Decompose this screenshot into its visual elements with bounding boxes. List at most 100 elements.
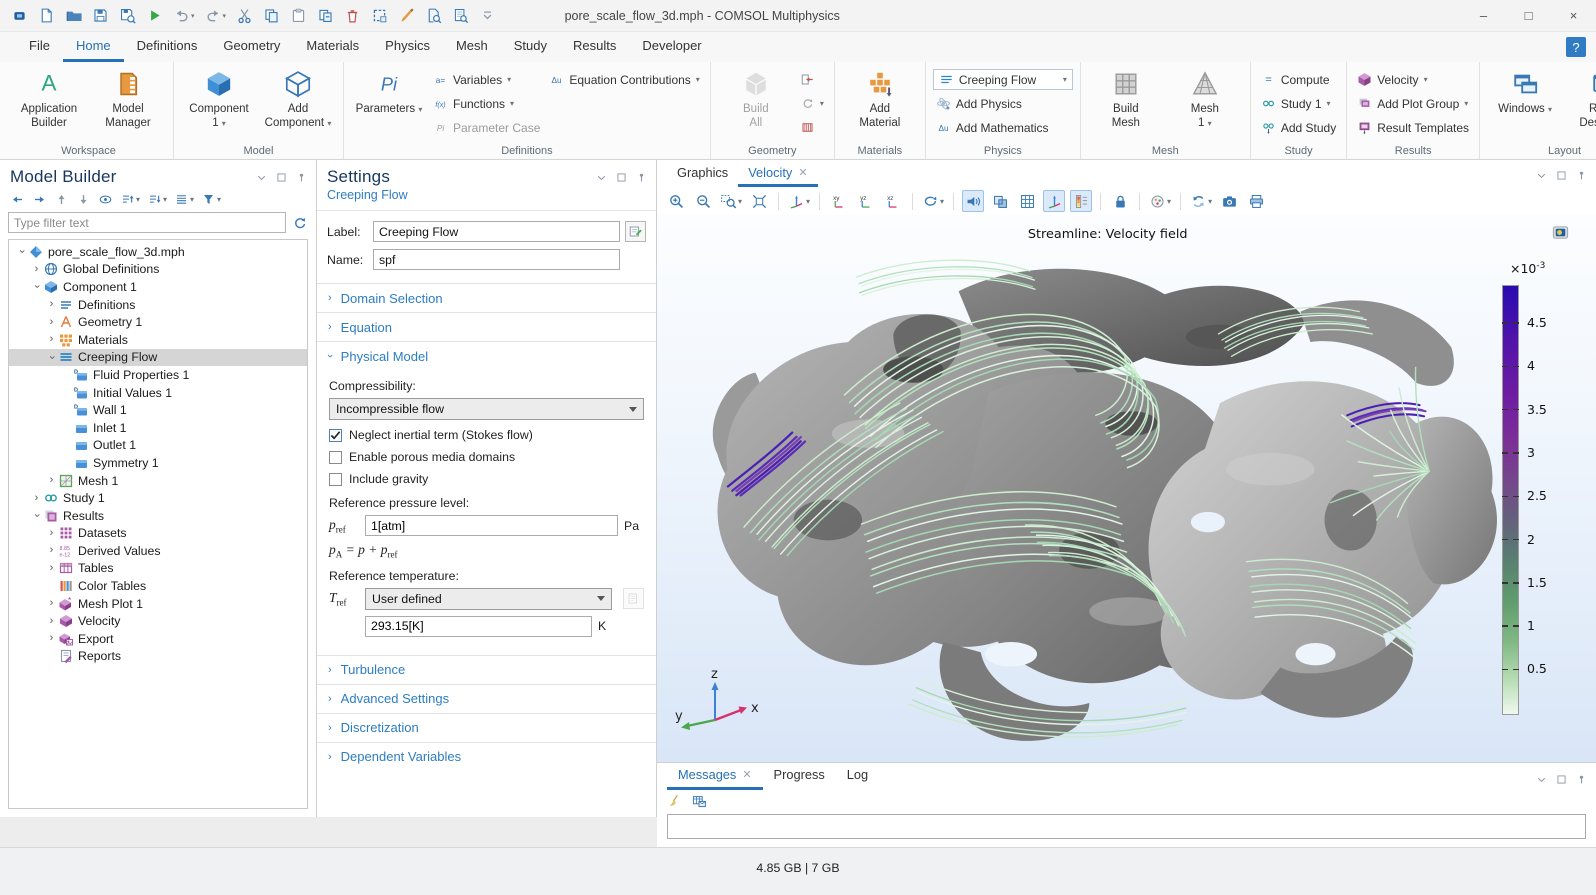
ribbon-creeping-flow[interactable]: Creeping Flow▾ (933, 69, 1073, 90)
snapshot-icon[interactable] (1218, 190, 1240, 212)
find-icon[interactable] (422, 5, 445, 26)
rotate-icon[interactable]: ▾ (921, 190, 945, 212)
tree-node-velocity[interactable]: ›Velocity (9, 612, 307, 630)
tree-node-fluid-properties-1[interactable]: DFluid Properties 1 (9, 366, 307, 384)
maximize-button[interactable]: □ (1506, 0, 1551, 31)
float-icon[interactable] (1555, 169, 1568, 182)
ribbon-add-physics[interactable]: Add Physics (933, 93, 1073, 114)
ribbon-rebuild[interactable]: ▾ (797, 93, 827, 114)
tree-node-inlet-1[interactable]: Inlet 1 (9, 419, 307, 437)
tree-node-mesh-plot-1[interactable]: ›*Mesh Plot 1 (9, 595, 307, 613)
transparency-icon[interactable] (989, 190, 1011, 212)
app-logo-icon[interactable] (8, 5, 31, 26)
filter-icon[interactable]: ▾ (201, 192, 221, 207)
close-button[interactable]: × (1551, 0, 1596, 31)
tree-node-pore_scale_flow_3d-mph[interactable]: ›pore_scale_flow_3d.mph (9, 243, 307, 261)
ribbon-parameters[interactable]: PiParameters ▾ (351, 65, 427, 116)
messages-output[interactable] (667, 814, 1586, 839)
float-icon[interactable] (1555, 773, 1568, 786)
copy-icon[interactable] (260, 5, 283, 26)
checkbox-checked-icon[interactable] (329, 429, 342, 442)
tree-node-study-1[interactable]: ›Study 1 (9, 489, 307, 507)
duplicate-icon[interactable] (314, 5, 337, 26)
run-icon[interactable] (143, 5, 166, 26)
pref-input[interactable] (365, 515, 618, 536)
graphics-canvas[interactable]: Streamline: Velocity field z y x (657, 215, 1596, 762)
save-icon[interactable] (89, 5, 112, 26)
pin-icon[interactable] (295, 171, 308, 184)
graphics-tab-graphics[interactable]: Graphics (667, 160, 738, 187)
copy-table-icon[interactable] (691, 793, 707, 809)
node-group-icon[interactable]: ▾ (174, 192, 194, 207)
go-back-icon[interactable] (10, 192, 25, 207)
ribbon-equation-contributions[interactable]: ΔuEquation Contributions▾ (546, 69, 702, 90)
axis-orientation-icon[interactable] (1043, 190, 1065, 212)
tree-node-derived-values[interactable]: ›8.85e-12Derived Values (9, 542, 307, 560)
dock-chevron-icon[interactable] (1535, 169, 1548, 182)
menu-tab-developer[interactable]: Developer (629, 32, 714, 62)
undo-icon[interactable]: ▾ (170, 5, 198, 26)
view-xz-icon[interactable]: xz (882, 190, 904, 212)
tree-node-component-1[interactable]: ›Component 1 (9, 278, 307, 296)
section-domain-selection[interactable]: › Domain Selection (317, 283, 656, 312)
3d-streamline-plot[interactable] (657, 215, 1596, 762)
checkbox-unchecked-icon[interactable] (329, 473, 342, 486)
chevron-right-icon[interactable]: › (45, 616, 58, 627)
tree-node-definitions[interactable]: ›Definitions (9, 296, 307, 314)
tree-node-outlet-1[interactable]: Outlet 1 (9, 437, 307, 455)
menu-tab-geometry[interactable]: Geometry (210, 32, 293, 62)
section-physical-model[interactable]: › Physical Model (317, 341, 656, 370)
menu-tab-definitions[interactable]: Definitions (124, 32, 211, 62)
checkbox-enable-porous-media-domains[interactable]: Enable porous media domains (329, 450, 644, 464)
search-icon[interactable] (449, 5, 472, 26)
section-turbulence[interactable]: ›Turbulence (317, 655, 656, 684)
scene-light-icon[interactable] (962, 190, 984, 212)
menu-tab-file[interactable]: File (16, 32, 63, 62)
tree-node-export[interactable]: ›Export (9, 630, 307, 648)
ribbon-component-1[interactable]: Component1 ▾ (181, 65, 257, 131)
checkbox-unchecked-icon[interactable] (329, 451, 342, 464)
grid-icon[interactable] (1016, 190, 1038, 212)
messages-tab-messages[interactable]: Messages✕ (667, 763, 763, 790)
default-view-icon[interactable]: ▾ (787, 190, 811, 212)
menu-tab-materials[interactable]: Materials (293, 32, 372, 62)
menu-tab-physics[interactable]: Physics (372, 32, 443, 62)
zoom-in-icon[interactable] (665, 190, 687, 212)
ribbon-windows[interactable]: Windows ▾ (1487, 65, 1563, 116)
chevron-down-icon[interactable]: › (31, 280, 42, 293)
tree-node-mesh-1[interactable]: ›Mesh 1 (9, 472, 307, 490)
checkbox-include-gravity[interactable]: Include gravity (329, 472, 644, 486)
lock-icon[interactable] (1109, 190, 1131, 212)
select-icon[interactable] (368, 5, 391, 26)
chevron-right-icon[interactable]: › (45, 299, 58, 310)
ribbon-parameter-case[interactable]: PiParameter Case (430, 117, 543, 138)
name-field[interactable] (373, 249, 620, 270)
messages-tab-progress[interactable]: Progress (763, 763, 836, 790)
ribbon-compute[interactable]: =Compute (1258, 69, 1339, 90)
menu-tab-home[interactable]: Home (63, 32, 124, 62)
dock-chevron-icon[interactable] (1535, 773, 1548, 786)
toolbar-options-icon[interactable] (476, 5, 499, 26)
ribbon-mesh-1[interactable]: Mesh1 ▾ (1167, 65, 1243, 131)
new-file-icon[interactable] (35, 5, 58, 26)
section-advanced-settings[interactable]: ›Advanced Settings (317, 684, 656, 713)
checkbox-neglect-inertial-term-stokes-flow-[interactable]: Neglect inertial term (Stokes flow) (329, 428, 644, 442)
clear-selection-icon[interactable] (395, 5, 418, 26)
refresh-icon[interactable] (292, 215, 308, 231)
pin-icon[interactable] (1575, 169, 1588, 182)
ribbon-add-plot-group[interactable]: Add Plot Group▾ (1354, 93, 1472, 114)
ribbon-delete-sequence[interactable] (797, 117, 827, 138)
ribbon-reset-desktop[interactable]: ResetDesktop ▾ (1566, 65, 1596, 131)
ribbon-velocity[interactable]: Velocity▾ (1354, 69, 1472, 90)
collapse-all-icon[interactable]: ▾ (147, 192, 167, 207)
move-down-icon[interactable] (76, 192, 91, 207)
chevron-right-icon[interactable]: › (45, 563, 58, 574)
go-forward-icon[interactable] (32, 192, 47, 207)
tref-input[interactable] (365, 616, 592, 637)
chevron-down-icon[interactable]: › (16, 245, 27, 258)
environment-icon[interactable]: ▾ (1148, 190, 1172, 212)
tree-node-datasets[interactable]: ›Datasets (9, 525, 307, 543)
print-icon[interactable] (1245, 190, 1267, 212)
ribbon-functions[interactable]: f(x)Functions▾ (430, 93, 543, 114)
move-up-icon[interactable] (54, 192, 69, 207)
